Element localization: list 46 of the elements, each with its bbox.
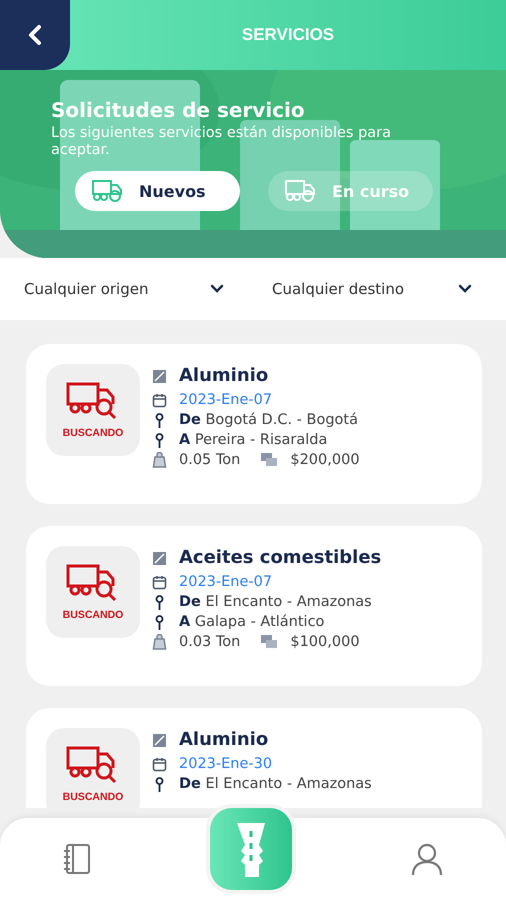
service-card[interactable]: BUSCANDO Aluminio 2023-Ene-30 De El Encanto - Amazonas: [26, 708, 482, 808]
back-button[interactable]: [0, 0, 70, 70]
calendar-icon: [152, 574, 167, 590]
origin-text: De El Encanto - Amazonas: [179, 594, 372, 610]
section-description: Los siguientes servicios están disponibles para aceptar.: [51, 125, 392, 159]
chevron-down-icon: [210, 284, 224, 294]
service-date: 2023-Ene-07: [179, 392, 272, 408]
status-badge: BUSCANDO: [46, 546, 140, 638]
origin-text: De El Encanto - Amazonas: [179, 776, 372, 792]
weight-text: 0.03 Ton: [179, 634, 240, 650]
destination-text: A Galapa - Atlántico: [179, 614, 324, 630]
calendar-icon: [152, 756, 167, 772]
origin-text: De Bogotá D.C. - Bogotá: [179, 412, 358, 428]
service-card[interactable]: BUSCANDO Aceites comestibles 2023-Ene-07 De El Encanto - Amazonas A Galapa - Atlántico 0.03 Ton $100,000: [26, 526, 482, 686]
tab[interactable]: Nuevos: [75, 171, 240, 211]
service-date: 2023-Ene-07: [179, 574, 272, 590]
bag-icon: [152, 634, 167, 650]
truck-icon: [91, 178, 125, 204]
truck-icon: [284, 178, 318, 204]
filter-dropdown[interactable]: Cualquier origen: [24, 280, 258, 298]
service-date: 2023-Ene-30: [179, 756, 272, 772]
status-badge: BUSCANDO: [46, 364, 140, 456]
back-icon: [26, 24, 44, 46]
road-icon: [234, 821, 268, 877]
section-heading: Solicitudes de servicio: [51, 98, 306, 122]
money-icon: [260, 634, 278, 650]
filter-dropdown[interactable]: Cualquier destino: [258, 280, 482, 298]
calendar-icon: [152, 392, 167, 408]
weight-text: 0.05 Ton: [179, 452, 240, 468]
service-card[interactable]: BUSCANDO Aluminio 2023-Ene-07 De Bogotá D.C. - Bogotá A Pereira - Risaralda 0.05 Ton $200,000: [26, 344, 482, 504]
product-name: Aluminio: [179, 729, 268, 750]
box-icon: [152, 733, 167, 748]
user-icon[interactable]: [410, 842, 444, 876]
box-icon: [152, 369, 167, 384]
page-title: SERVICIOS: [242, 25, 334, 45]
product-name: Aluminio: [179, 365, 268, 386]
destination-text: A Pereira - Risaralda: [179, 432, 328, 448]
chevron-down-icon: [458, 284, 472, 294]
status-badge: BUSCANDO: [46, 728, 140, 808]
bag-icon: [152, 452, 167, 468]
product-name: Aceites comestibles: [179, 547, 382, 568]
money-icon: [260, 452, 278, 468]
price-text: $200,000: [290, 452, 360, 468]
notebook-icon[interactable]: [62, 843, 92, 875]
price-text: $100,000: [290, 634, 360, 650]
box-icon: [152, 551, 167, 566]
